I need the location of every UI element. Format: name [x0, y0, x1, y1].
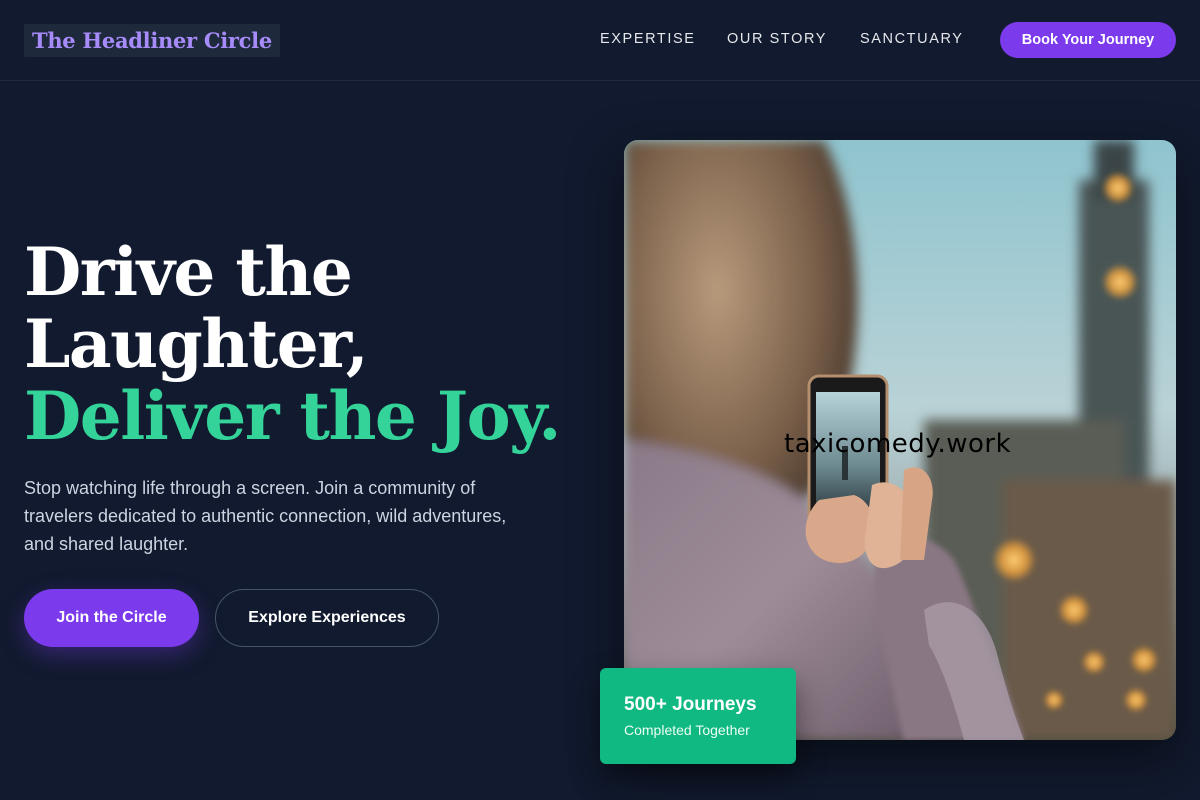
nav-link-sanctuary[interactable]: SANCTUARY [860, 30, 964, 48]
hero-headline-accent: Deliver the Joy. [24, 377, 561, 455]
hero-photo-illustration: taxicomedy.work [624, 140, 1176, 740]
journeys-stat-title: 500+ Journeys [624, 694, 757, 715]
nav-link-expertise[interactable]: EXPERTISE [600, 30, 696, 48]
hero-subtitle: Stop watching life through a screen. Joi… [24, 478, 507, 554]
nav-link-our-story[interactable]: OUR STORY [727, 30, 827, 48]
journeys-stat-badge: 500+ Journeys Completed Together [600, 668, 796, 764]
hero-headline-line-1: Drive the [24, 233, 353, 311]
brand-logo[interactable]: The Headliner Circle [24, 24, 280, 57]
book-journey-button[interactable]: Book Your Journey [1000, 22, 1176, 58]
image-watermark: taxicomedy.work [784, 429, 1011, 459]
hero-headline: Drive the Laughter, Deliver the Joy. [24, 233, 561, 455]
join-circle-button[interactable]: Join the Circle [24, 589, 199, 647]
hero-headline-line-2: Laughter, [24, 305, 369, 383]
top-navigation: The Headliner Circle EXPERTISE OUR STORY… [0, 0, 1200, 81]
explore-experiences-button[interactable]: Explore Experiences [215, 589, 439, 647]
journeys-stat-subtitle: Completed Together [624, 722, 750, 738]
hero-photo: taxicomedy.work [624, 140, 1176, 740]
